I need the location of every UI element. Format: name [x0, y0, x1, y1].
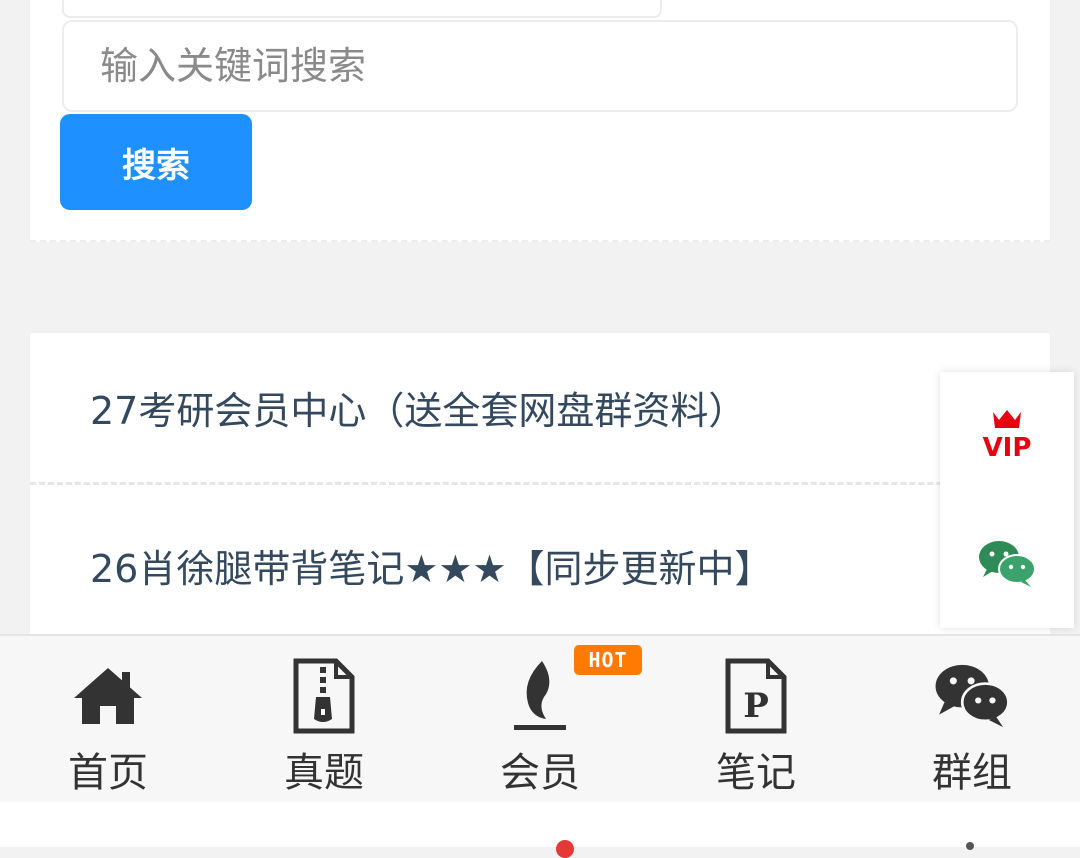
flame-icon [500, 656, 580, 736]
bottom-strip [0, 802, 1080, 847]
floating-side-panel: VIP [940, 372, 1074, 628]
search-button[interactable]: 搜索 [60, 114, 252, 210]
home-icon [68, 656, 148, 736]
zip-file-icon [284, 656, 364, 736]
vip-label: VIP [983, 433, 1032, 463]
search-input[interactable] [62, 20, 1018, 112]
vip-button[interactable]: VIP [940, 372, 1074, 500]
hot-badge: HOT [574, 645, 642, 675]
pdf-file-icon: P [716, 656, 796, 736]
tab-exams[interactable]: 真题 [216, 636, 432, 802]
tab-notes-label: 笔记 [716, 750, 796, 796]
notification-dot [556, 840, 574, 858]
wechat-icon [979, 541, 1036, 587]
tab-groups-label: 群组 [932, 750, 1012, 796]
bottom-tab-bar: 首页 真题 会员 P 笔记 群组 [0, 634, 1080, 804]
crown-icon: VIP [983, 410, 1032, 463]
indicator-dot [966, 842, 974, 850]
list-item-vip-center[interactable]: 27考研会员中心（送全套网盘群资料） [30, 333, 1050, 485]
tab-membership-label: 会员 [500, 750, 580, 796]
tab-home[interactable]: 首页 [0, 636, 216, 802]
wechat-float-button[interactable] [940, 500, 1074, 628]
tab-home-label: 首页 [68, 750, 148, 796]
link-list: 27考研会员中心（送全套网盘群资料） 26肖徐腿带背笔记★★★【同步更新中】 [30, 333, 1050, 653]
previous-field-edge [62, 0, 662, 18]
tab-groups[interactable]: 群组 [864, 636, 1080, 802]
svg-text:P: P [743, 686, 769, 726]
list-item-notes[interactable]: 26肖徐腿带背笔记★★★【同步更新中】 [30, 489, 1050, 641]
wechat-icon [932, 656, 1012, 736]
tab-exams-label: 真题 [284, 750, 364, 796]
tab-notes[interactable]: P 笔记 [648, 636, 864, 802]
